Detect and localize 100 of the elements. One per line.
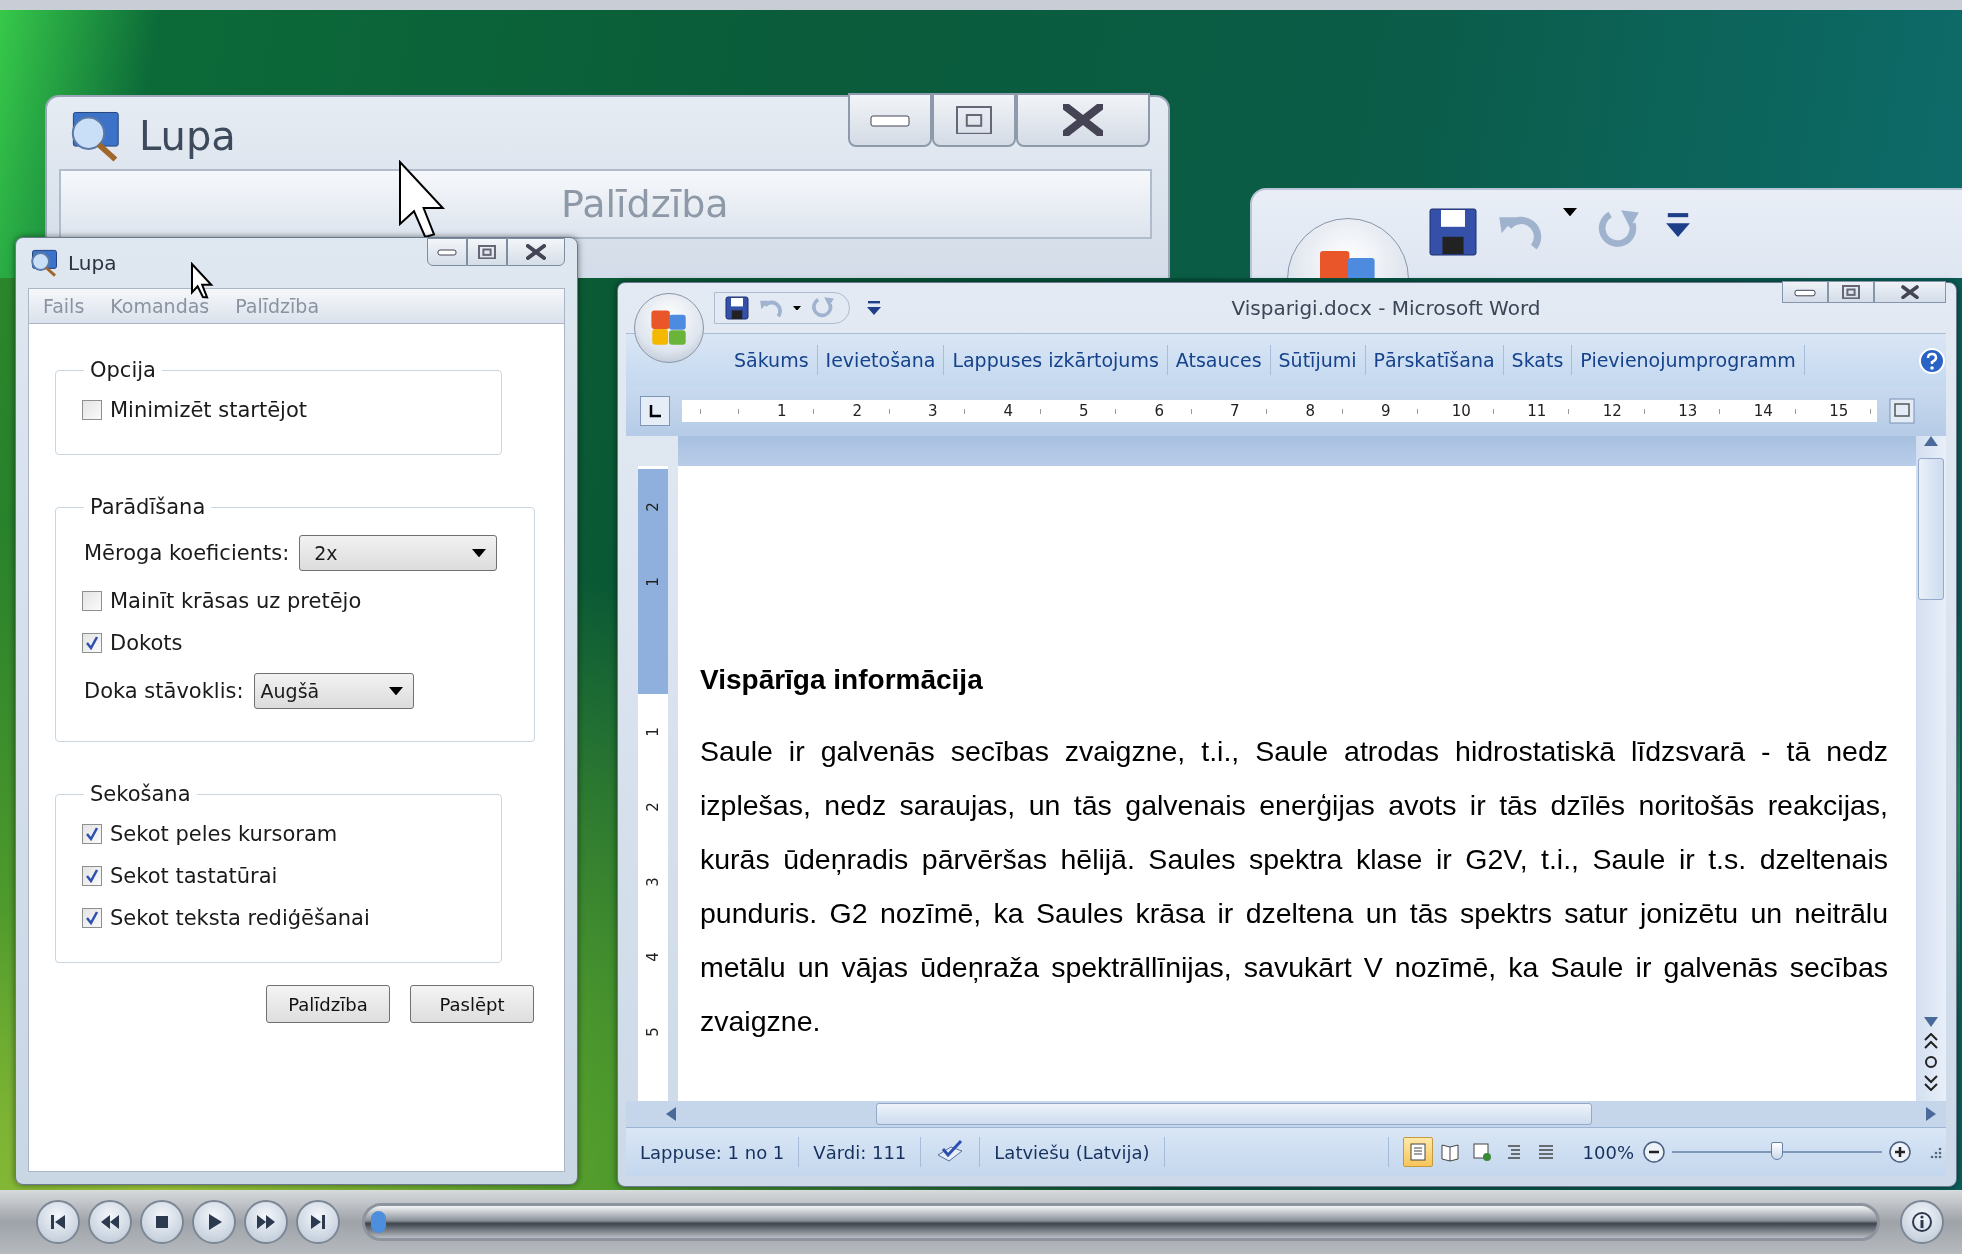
zoom-in-icon[interactable] — [1888, 1140, 1912, 1164]
scroll-left-arrow-icon[interactable] — [666, 1107, 676, 1121]
ribbon-tab[interactable]: Pārskatīšana — [1365, 345, 1504, 375]
checkbox[interactable] — [82, 908, 102, 928]
checkmark-icon — [85, 827, 99, 841]
dropdown-arrow-icon — [1563, 208, 1577, 217]
field-label: Mēroga koeficients: — [84, 541, 290, 565]
window-title: Visparigi.docx - Microsoft Word — [1230, 296, 1542, 320]
dropdown-value: Augšā — [260, 680, 320, 702]
dialog-button[interactable]: Paslēpt — [410, 985, 534, 1023]
vertical-scrollbar[interactable] — [1916, 436, 1946, 1101]
checkbox[interactable] — [82, 824, 102, 844]
ribbon-tab[interactable]: Sākums — [726, 345, 818, 375]
tab-selector[interactable] — [640, 396, 670, 426]
word-count: Vārdi: 111 — [799, 1137, 922, 1167]
ribbon-tab[interactable]: Ievietošana — [817, 345, 945, 375]
checkbox-label: Minimizēt startējot — [110, 398, 307, 422]
ribbon-tab[interactable]: Lappuses izkārtojums — [944, 345, 1168, 375]
ruler-number: 4 — [644, 951, 662, 962]
next-page-icon[interactable] — [1924, 1075, 1938, 1091]
save-icon — [725, 296, 749, 320]
mouse-pointer-icon — [190, 262, 214, 300]
maximize-icon — [956, 105, 992, 135]
play-button[interactable] — [192, 1200, 236, 1244]
checkbox[interactable] — [82, 591, 102, 611]
info-icon — [1911, 1211, 1933, 1233]
magnifier-icon — [28, 248, 58, 278]
minimize-button[interactable] — [427, 238, 467, 266]
previous-page-icon[interactable] — [1924, 1033, 1938, 1049]
ribbon-tab[interactable]: Atsauces — [1167, 345, 1271, 375]
ribbon-tab[interactable]: Pievienojumprogramm — [1572, 345, 1805, 375]
window-title: Lupa — [68, 251, 117, 275]
checkmark-icon — [85, 869, 99, 883]
close-button[interactable] — [507, 238, 565, 266]
stop-button[interactable] — [140, 1200, 184, 1244]
minimize-button[interactable] — [848, 93, 932, 147]
reading-layout-icon — [1439, 1142, 1460, 1162]
ruler-number: 2 — [644, 801, 662, 812]
horizontal-scrollbar[interactable] — [626, 1101, 1946, 1127]
minimize-icon — [437, 247, 457, 257]
dialog-button[interactable]: Palīdzība — [266, 985, 390, 1023]
fast-forward-button[interactable] — [244, 1200, 288, 1244]
close-button[interactable] — [1016, 93, 1150, 147]
save-icon — [1429, 208, 1477, 256]
checkbox[interactable] — [82, 633, 102, 653]
language-indicator[interactable]: Latviešu (Latvija) — [980, 1137, 1165, 1167]
page-count: Lappuse: 1 no 1 — [626, 1137, 800, 1167]
field-label: Doka stāvoklis: — [84, 679, 244, 703]
ruler-number: 3 — [644, 876, 662, 887]
close-icon — [1063, 104, 1103, 136]
dropdown-arrow-icon — [388, 686, 403, 696]
zoom-slider-thumb[interactable] — [1771, 1142, 1783, 1160]
ruler-number: 1 — [644, 576, 662, 587]
scroll-thumb[interactable] — [876, 1103, 1592, 1125]
close-button[interactable] — [1874, 281, 1946, 303]
next-track-button[interactable] — [296, 1200, 340, 1244]
help-icon[interactable] — [1918, 347, 1946, 375]
checkbox[interactable] — [82, 866, 102, 886]
checkbox-label: Sekot tastatūrai — [110, 864, 278, 888]
previous-track-button[interactable] — [36, 1200, 80, 1244]
window-title: Lupa — [139, 113, 236, 159]
dropdown[interactable]: 2x — [299, 535, 498, 571]
info-button[interactable] — [1900, 1200, 1944, 1244]
print-layout-icon — [1407, 1142, 1428, 1162]
document-paragraph: Saule ir galvenās secības zvaigzne, t.i., Saule atrodas hidrostatiskā līdzsvarā - tā nedz izplešas, nedz saraujas, un tās galvenais enerģijas avots ir tās dzīlēs noritošās reakcijas, kurās ūdeņradis pārvēršas hēlijā. Saules spektra klase ir G2V, t.i., Saule ir t.s. dzeltenais punduris. G2 nozīmē, ka Saules krāsa ir dzeltena un tās spektrs satur jonizētu un neitrālu metālu un vājas ūdeņraža spektrāllīnijas, savukārt V nozīmē, ka Saule ir galvenās secības zvaigzne. — [700, 734, 1888, 1039]
ruler-number: 1 — [644, 726, 662, 737]
close-icon — [526, 244, 546, 260]
close-icon — [1901, 284, 1919, 300]
seek-bar[interactable] — [362, 1203, 1880, 1241]
ruler-number: 2 — [644, 501, 662, 512]
maximize-button[interactable] — [467, 238, 507, 266]
rewind-button[interactable] — [88, 1200, 132, 1244]
scroll-thumb[interactable] — [1918, 458, 1944, 600]
zoom-level[interactable]: 100% — [1574, 1141, 1642, 1163]
group-title: Sekošana — [89, 782, 192, 806]
checkmark-icon — [85, 911, 99, 925]
dropdown[interactable]: Augšā — [253, 673, 414, 709]
scroll-right-arrow-icon[interactable] — [1926, 1107, 1936, 1121]
view-ruler-icon[interactable] — [1889, 398, 1915, 424]
maximize-button[interactable] — [932, 93, 1016, 147]
minimize-button[interactable] — [1782, 281, 1828, 303]
document-heading: Vispārīga informācija — [700, 664, 984, 696]
checkbox-label: Mainīt krāsas uz pretējo — [110, 589, 362, 613]
browse-object-icon[interactable] — [1924, 1055, 1938, 1069]
web-layout-icon — [1471, 1142, 1492, 1162]
view-button[interactable] — [1402, 1137, 1433, 1167]
ribbon-tab[interactable]: Sūtījumi — [1270, 345, 1366, 375]
checkbox[interactable] — [82, 400, 102, 420]
maximize-button[interactable] — [1828, 281, 1874, 303]
maximize-icon — [1842, 284, 1860, 300]
mouse-pointer-icon — [398, 160, 448, 240]
scroll-down-arrow-icon[interactable] — [1924, 1017, 1938, 1027]
group-title: Parādīšana — [89, 495, 207, 519]
scroll-up-arrow-icon[interactable] — [1924, 436, 1938, 446]
ribbon-tab[interactable]: Skats — [1503, 345, 1573, 375]
redo-icon — [811, 296, 835, 320]
zoom-out-icon[interactable] — [1642, 1140, 1666, 1164]
ruler-number: 5 — [644, 1026, 662, 1037]
tab-stop-icon — [648, 404, 662, 418]
checkbox-label: Dokots — [110, 631, 183, 655]
